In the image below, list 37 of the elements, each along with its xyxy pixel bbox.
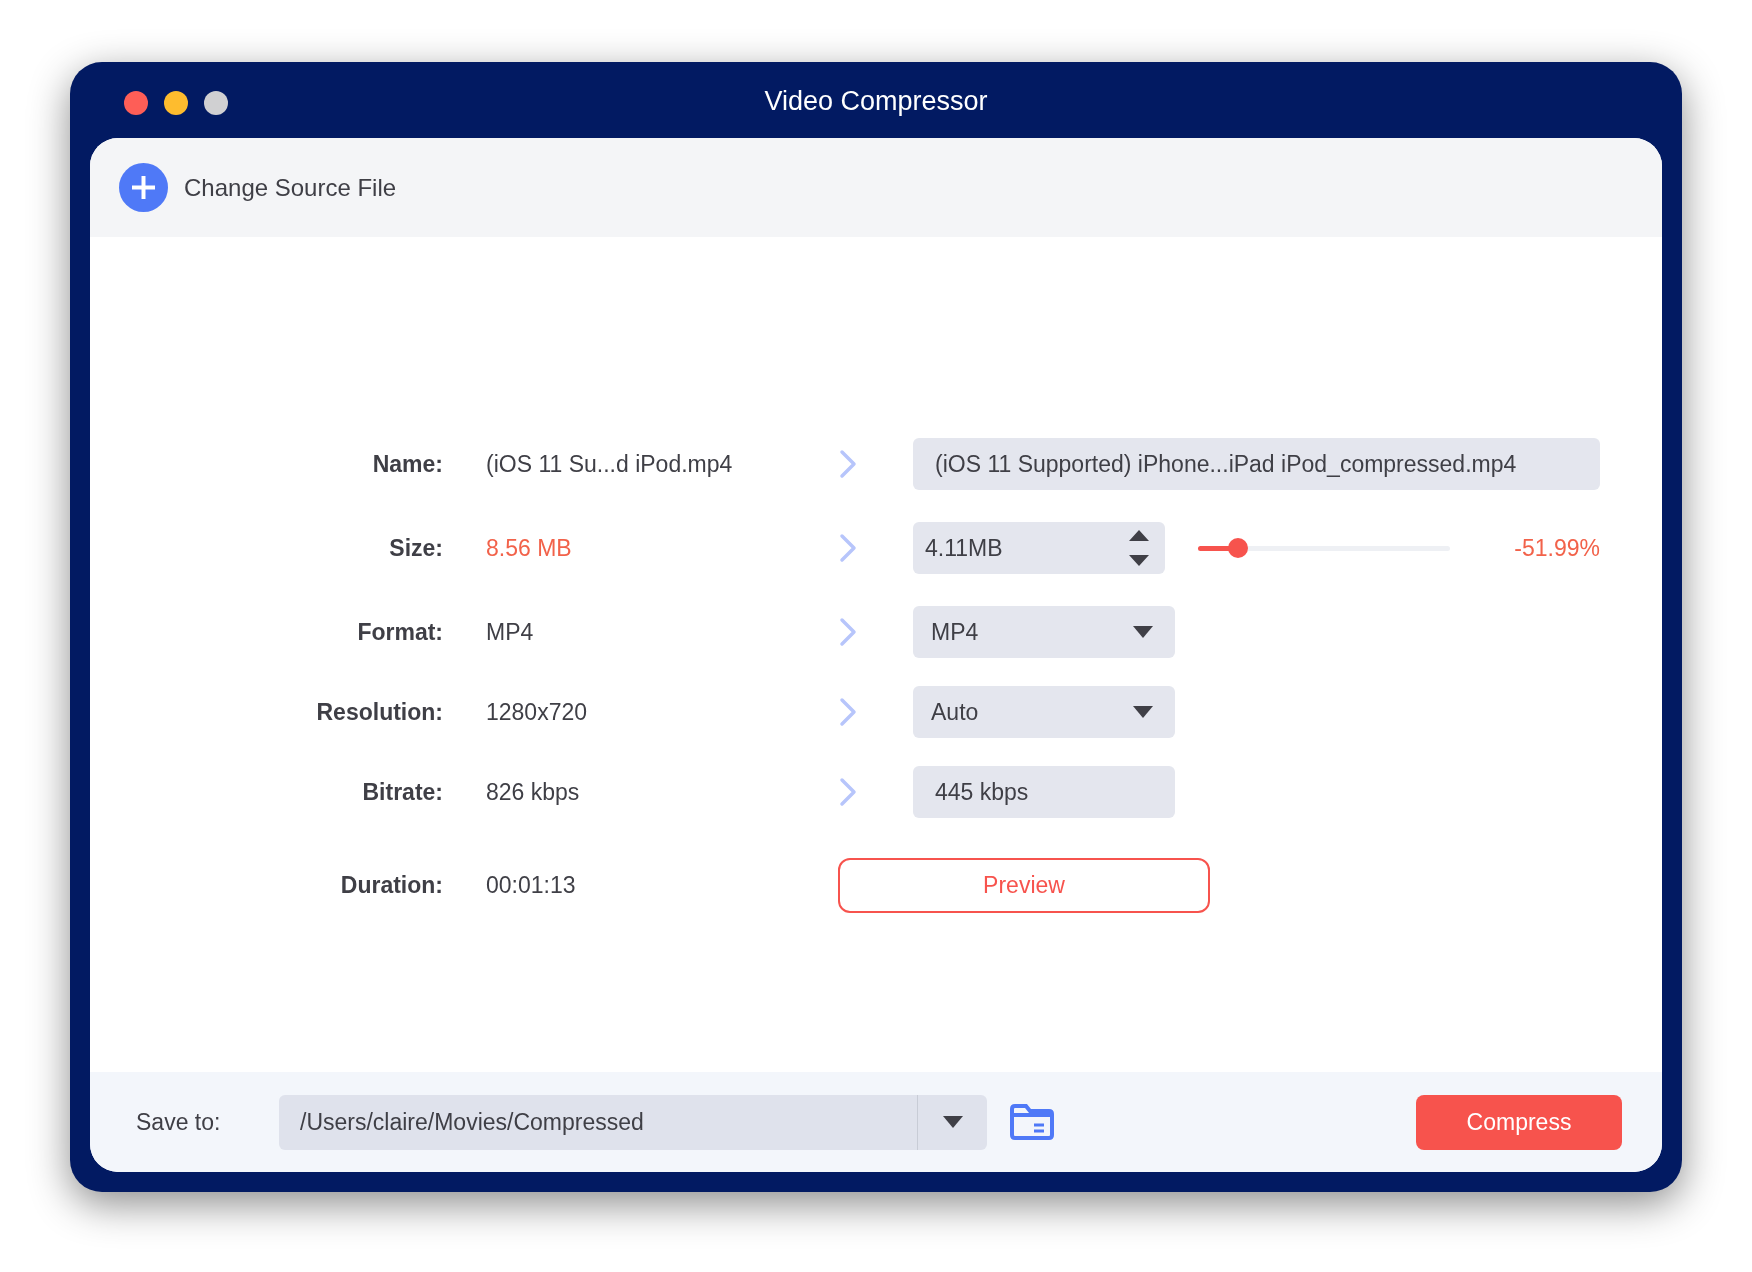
caret-icon (1133, 626, 1153, 638)
source-value: 8.56 MB (486, 533, 573, 563)
add-icon (119, 163, 168, 212)
caret-icon (1133, 706, 1153, 718)
size-slider[interactable] (1198, 538, 1450, 558)
chevron-right-icon (838, 697, 858, 727)
change-source-button[interactable]: Change Source File (119, 163, 397, 212)
source-value: 00:01:13 (486, 871, 577, 901)
minimize-window-control[interactable] (164, 91, 188, 115)
field-label: Duration: (339, 871, 443, 901)
field-label: Format: (356, 617, 443, 647)
folder-icon[interactable] (1009, 1103, 1055, 1141)
caret-icon (942, 1116, 963, 1128)
chevron-right-icon (838, 777, 858, 807)
field-label: Bitrate: (361, 777, 443, 807)
dropdown[interactable]: MP4 (913, 606, 1175, 658)
size-reduction: -51.99% (1513, 533, 1600, 563)
close-window-control[interactable] (124, 91, 148, 115)
output-field[interactable]: 445 kbps (913, 766, 1175, 818)
chevron-right-icon (838, 617, 858, 647)
source-value: MP4 (486, 617, 535, 647)
field-label: Name: (371, 449, 443, 479)
source-value: (iOS 11 Su...d iPod.mp4 (486, 449, 734, 479)
source-value: 1280x720 (486, 697, 589, 727)
chevron-right-icon (838, 449, 858, 479)
window-title: Video Compressor (764, 84, 988, 118)
source-value: 826 kbps (486, 777, 581, 807)
spinner-arrows-icon[interactable] (1129, 528, 1149, 568)
dropdown[interactable]: Auto (913, 686, 1175, 738)
save-to-label: Save to: (136, 1107, 222, 1137)
field-label: Size: (388, 533, 443, 563)
chevron-right-icon (838, 533, 858, 563)
output-field[interactable]: (iOS 11 Supported) iPhone...iPad iPod_compressed.mp4 (913, 438, 1600, 490)
zoom-window-control[interactable] (204, 91, 228, 115)
save-path-dropdown[interactable]: /Users/claire/Movies/Compressed (279, 1094, 987, 1150)
size-spinner[interactable]: 4.11MB (913, 522, 1165, 574)
field-label: Resolution: (315, 697, 443, 727)
